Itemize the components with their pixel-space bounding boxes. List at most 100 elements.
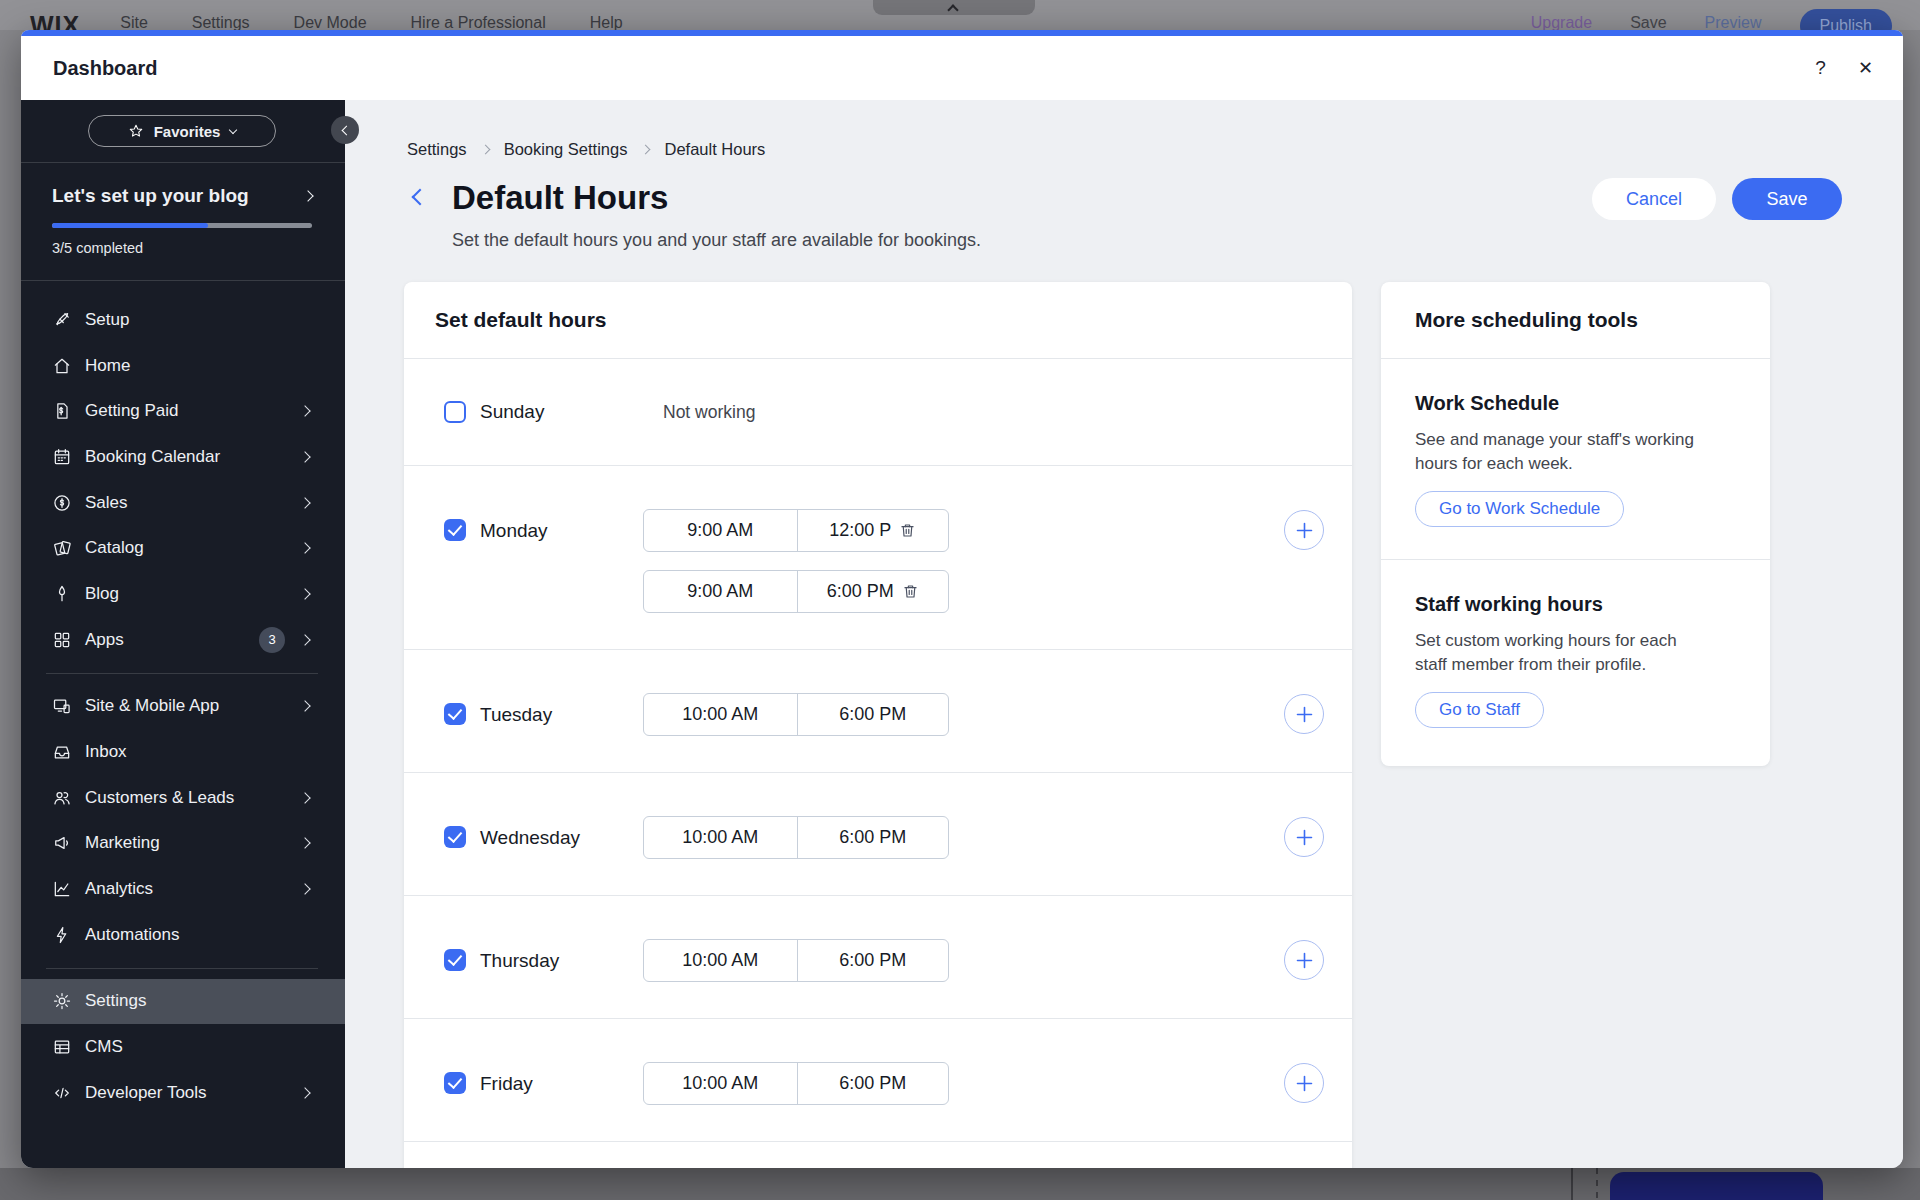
day-row-tuesday: Tuesday 10:00 AM6:00 PM: [404, 650, 1352, 773]
day-row-monday: Monday9:00 AM12:00 P9:00 AM6:00 PM: [404, 466, 1352, 650]
start-time-input[interactable]: 10:00 AM: [644, 940, 797, 981]
end-time-input[interactable]: 6:00 PM: [797, 571, 949, 612]
sidebar-item-automations[interactable]: Automations: [21, 912, 345, 958]
sidebar-item-label: Apps: [85, 630, 124, 650]
sidebar-item-analytics[interactable]: Analytics: [21, 866, 345, 912]
breadcrumb-separator: [641, 145, 651, 155]
setup-progress-card[interactable]: Let's set up your blog 3/5 completed: [52, 184, 312, 256]
add-hours-button[interactable]: [1284, 510, 1324, 550]
day-label: Tuesday: [480, 693, 552, 736]
editor-nav-hire-a-professional[interactable]: Hire a Professional: [411, 14, 546, 30]
sidebar-item-site-mobile-app[interactable]: Site & Mobile App: [21, 684, 345, 730]
sidebar-item-booking-calendar[interactable]: Booking Calendar: [21, 434, 345, 480]
add-hours-button[interactable]: [1284, 940, 1324, 980]
editor-nav-settings[interactable]: Settings: [192, 14, 250, 30]
editor-nav-site[interactable]: Site: [120, 14, 148, 30]
add-hours-button[interactable]: [1284, 1063, 1324, 1103]
plus-icon: [1296, 952, 1313, 969]
chevron-right-icon: [299, 883, 310, 894]
sidebar-item-label: Marketing: [85, 833, 160, 853]
editor-nav-help[interactable]: Help: [590, 14, 623, 30]
page-title: Default Hours: [452, 178, 668, 218]
end-time-input[interactable]: 6:00 PM: [797, 694, 949, 735]
go-to-staff-button[interactable]: Go to Staff: [1415, 692, 1544, 728]
add-hours-button[interactable]: [1284, 694, 1324, 734]
editor-save-link[interactable]: Save: [1630, 14, 1666, 30]
chevron-left-icon: [342, 125, 352, 135]
sidebar-item-catalog[interactable]: Catalog: [21, 525, 345, 571]
end-time-input[interactable]: 6:00 PM: [797, 940, 949, 981]
sidebar-item-getting-paid[interactable]: Getting Paid: [21, 388, 345, 434]
not-working-label: Not working: [663, 402, 755, 423]
wix-logo[interactable]: WIX: [30, 11, 80, 30]
sidebar-item-apps[interactable]: Apps 3: [21, 617, 345, 663]
day-checkbox[interactable]: [444, 1072, 466, 1094]
start-time-input[interactable]: 9:00 AM: [644, 571, 797, 612]
apps-count-badge: 3: [259, 627, 285, 653]
sidebar-item-marketing[interactable]: Marketing: [21, 821, 345, 867]
sidebar-item-setup[interactable]: Setup: [21, 297, 345, 343]
tools-section-heading: Staff working hours: [1415, 593, 1740, 616]
sidebar-item-settings[interactable]: Settings: [21, 979, 345, 1025]
time-range: 10:00 AM6:00 PM: [643, 939, 949, 982]
day-checkbox[interactable]: [444, 519, 466, 541]
favorites-button[interactable]: Favorites: [88, 115, 276, 147]
favorites-label: Favorites: [154, 123, 221, 140]
sidebar-item-label: Sales: [85, 493, 128, 513]
add-hours-button[interactable]: [1284, 817, 1324, 857]
publish-button[interactable]: Publish: [1800, 9, 1892, 30]
start-time-input[interactable]: 10:00 AM: [644, 1063, 797, 1104]
help-icon[interactable]: ?: [1815, 57, 1826, 79]
trash-icon[interactable]: [899, 522, 916, 539]
day-checkbox[interactable]: [444, 703, 466, 725]
day-row-wednesday: Wednesday10:00 AM6:00 PM: [404, 773, 1352, 896]
progress-label: 3/5 completed: [52, 240, 312, 256]
start-time-input[interactable]: 9:00 AM: [644, 510, 797, 551]
time-range: 9:00 AM6:00 PM: [643, 570, 949, 613]
dev-tools-icon: [52, 1083, 72, 1103]
tools-divider: [1381, 559, 1770, 560]
editor-nav-dev-mode[interactable]: Dev Mode: [294, 14, 367, 30]
day-label: Monday: [480, 509, 548, 552]
close-icon[interactable]: ✕: [1858, 57, 1873, 79]
day-checkbox[interactable]: [444, 401, 466, 423]
sidebar-item-home[interactable]: Home: [21, 343, 345, 389]
time-range: 10:00 AM6:00 PM: [643, 816, 949, 859]
sidebar-item-inbox[interactable]: Inbox: [21, 729, 345, 775]
back-button[interactable]: [408, 188, 430, 210]
sidebar-item-label: CMS: [85, 1037, 123, 1057]
sidebar-item-cms[interactable]: CMS: [21, 1024, 345, 1070]
breadcrumb-settings[interactable]: Settings: [407, 140, 467, 159]
sidebar-item-label: Setup: [85, 310, 129, 330]
rocket-icon: [52, 310, 72, 330]
sidebar-item-developer-tools[interactable]: Developer Tools: [21, 1070, 345, 1116]
home-icon: [52, 356, 72, 376]
end-time-input[interactable]: 12:00 P: [797, 510, 949, 551]
end-time-input[interactable]: 6:00 PM: [797, 817, 949, 858]
sidebar-item-label: Blog: [85, 584, 119, 604]
sidebar-item-blog[interactable]: Blog: [21, 571, 345, 617]
schedule-card-title: Set default hours: [404, 282, 1352, 359]
editor-scroll-tab[interactable]: [873, 0, 1035, 15]
upgrade-link[interactable]: Upgrade: [1531, 14, 1592, 30]
sidebar-item-customers-leads[interactable]: Customers & Leads: [21, 775, 345, 821]
sidebar-divider: [21, 280, 345, 281]
trash-icon[interactable]: [902, 583, 919, 600]
breadcrumb-booking-settings[interactable]: Booking Settings: [504, 140, 628, 159]
day-checkbox[interactable]: [444, 949, 466, 971]
start-time-input[interactable]: 10:00 AM: [644, 817, 797, 858]
preview-link[interactable]: Preview: [1705, 14, 1762, 30]
sales-icon: [52, 493, 72, 513]
sidebar: Favorites Let's set up your blog 3/5 com…: [21, 100, 345, 1168]
cancel-button[interactable]: Cancel: [1592, 178, 1716, 220]
sidebar-item-sales[interactable]: Sales: [21, 480, 345, 526]
end-time-input[interactable]: 6:00 PM: [797, 1063, 949, 1104]
sidebar-collapse-button[interactable]: [331, 116, 359, 144]
start-time-input[interactable]: 10:00 AM: [644, 694, 797, 735]
tools-card-title: More scheduling tools: [1381, 282, 1770, 359]
save-button[interactable]: Save: [1732, 178, 1842, 220]
day-checkbox[interactable]: [444, 826, 466, 848]
go-to-work-schedule-button[interactable]: Go to Work Schedule: [1415, 491, 1624, 527]
chevron-right-icon: [299, 588, 310, 599]
inbox-icon: [52, 742, 72, 762]
